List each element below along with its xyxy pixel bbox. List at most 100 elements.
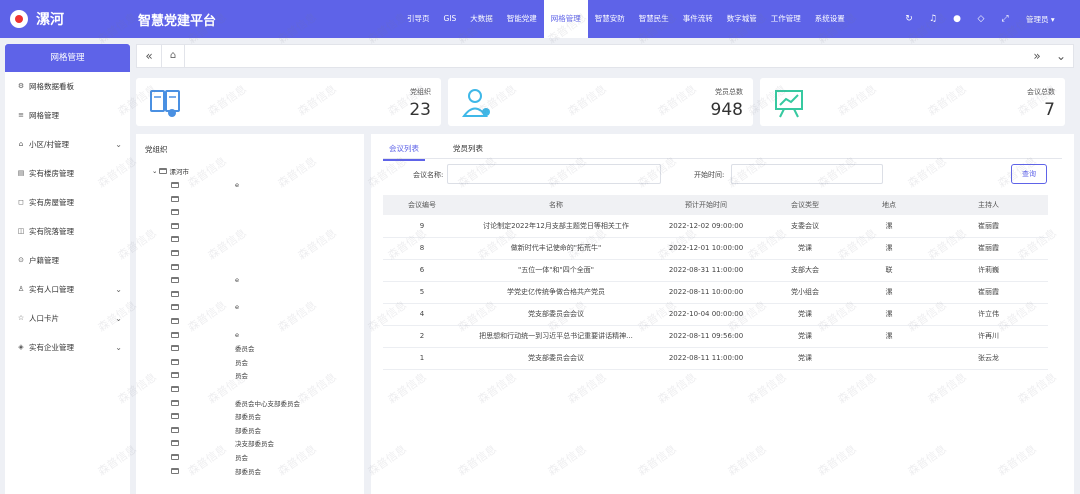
nav-events[interactable]: 事件流转	[676, 0, 720, 38]
tree-node[interactable]	[171, 318, 179, 324]
sidebar-item-label: 实有房屋管理	[29, 198, 74, 207]
nav-urban[interactable]: 数字城管	[720, 0, 764, 38]
message-icon[interactable]: ●	[950, 12, 964, 26]
sidebar-item-icon: ⊙	[18, 256, 24, 264]
sidebar-item[interactable]: ♙ 实有人口管理 ⌄	[5, 275, 130, 304]
refresh-icon[interactable]: ↻	[902, 12, 916, 26]
nav-party[interactable]: 智能党建	[500, 0, 544, 38]
logo[interactable]: 漯河	[10, 9, 64, 29]
scroll-left-button[interactable]: «	[137, 45, 161, 67]
sidebar-item[interactable]: ☆ 人口卡片 ⌄	[5, 304, 130, 333]
sidebar-item[interactable]: ◫ 实有院落管理	[5, 217, 130, 246]
sidebar-item[interactable]: ◈ 实有企业管理 ⌄	[5, 333, 130, 362]
meeting-name-input[interactable]	[447, 164, 661, 184]
tree-node[interactable]: 员会	[171, 372, 248, 380]
table-row[interactable]: 1 党支部委员会会议 2022-08-11 11:00:00 党课 张云龙	[383, 347, 1048, 370]
column-header: 预计开始时间	[651, 195, 761, 215]
tree-node[interactable]: 部委员会	[171, 467, 261, 476]
table-row[interactable]: 9 讨论制定2022年12月支部主题党日等相关工作 2022-12-02 09:00…	[383, 215, 1048, 238]
table-cell: 漯	[849, 325, 929, 348]
folder-icon	[171, 413, 179, 420]
sidebar-item[interactable]: ⚙ 网格数据看板	[5, 72, 130, 101]
top-icons: ↻ ♫ ● ◇ ⤢ 管理员 ▾	[902, 0, 1055, 38]
user-menu[interactable]: 管理员 ▾	[1026, 14, 1055, 25]
table-cell: 4	[383, 303, 461, 326]
table-cell: 党支部委员会会议	[461, 347, 651, 370]
caret-down-icon[interactable]: ⌄	[152, 167, 157, 175]
query-button[interactable]: 查询	[1011, 164, 1047, 184]
start-time-input[interactable]	[731, 164, 883, 184]
folder-icon	[171, 331, 179, 338]
nav-grid[interactable]: 网格管理	[543, 0, 588, 38]
stat-label-orgs: 党组织	[410, 88, 431, 96]
sidebar-item-label: 网格管理	[29, 111, 59, 120]
sidebar-item[interactable]: ≡ 网格管理	[5, 101, 130, 130]
nav-bigdata[interactable]: 大数据	[463, 0, 500, 38]
sidebar-item-label: 户籍管理	[29, 256, 59, 265]
sidebar-item[interactable]: ◻ 实有房屋管理	[5, 188, 130, 217]
nav-work[interactable]: 工作管理	[764, 0, 808, 38]
table-cell: 许莉巍	[929, 259, 1048, 282]
tree-node[interactable]: 委员会	[171, 345, 255, 353]
folder-icon	[171, 250, 179, 256]
tree-node[interactable]	[171, 386, 179, 392]
sidebar-item[interactable]: ⊙ 户籍管理	[5, 246, 130, 275]
tree-node[interactable]: e	[171, 331, 239, 339]
nav-guide[interactable]: 引导页	[400, 0, 437, 38]
tree-node[interactable]	[171, 250, 179, 256]
table-row[interactable]: 4 党支部委员会会议 2022-10-04 00:00:00 党课漯许立伟	[383, 303, 1048, 326]
table-row[interactable]: 2 把思想和行动统一到习近平总书记重要讲话精神... 2022-08-11 09:5…	[383, 325, 1048, 348]
tree-node[interactable]: 员会	[171, 454, 248, 462]
table-row[interactable]: 8 做新时代丰记使命的"拓荒牛" 2022-12-01 10:00:00 党课漯崔丽霞	[383, 237, 1048, 260]
table-cell: 8	[383, 237, 461, 260]
sidebar-item-icon: ⚙	[17, 82, 25, 90]
table-row[interactable]: 5 学党史亿传统争做合格共产党员 2022-08-11 10:00:00 党小组会漯崔…	[383, 281, 1048, 304]
tree-node-label: 部委员会	[235, 413, 261, 422]
tree-node[interactable]: 部委员会	[171, 426, 261, 435]
tree-node[interactable]	[171, 290, 179, 297]
tree-node[interactable]	[171, 222, 179, 229]
table-row[interactable]: 6 "五位一体"和"四个全面" 2022-08-31 11:00:00 支部大会联许莉…	[383, 259, 1048, 282]
tree-node[interactable]: 决支部委员会	[171, 440, 274, 448]
home-tab[interactable]: ⌂	[161, 45, 185, 67]
tree-node[interactable]: 部委员会	[171, 413, 261, 421]
table-cell: 许立伟	[929, 303, 1048, 326]
sidebar-item-label: 小区/村管理	[29, 140, 70, 149]
tree-node-label: 部委员会	[235, 426, 261, 435]
meeting-table: 会议编号 名称 预计开始时间 会议类型 地点 主持人 9 讨论制定2022年12月支部主题党…	[383, 195, 1048, 370]
tree-node[interactable]: e	[171, 303, 239, 311]
nav-settings[interactable]: 系统设置	[808, 0, 852, 38]
tree-node[interactable]	[171, 236, 179, 243]
tree-node[interactable]	[171, 209, 179, 216]
folder-icon	[171, 358, 179, 365]
table-cell: 漯	[849, 215, 929, 238]
tag-icon[interactable]: ◇	[974, 12, 988, 26]
tree-node[interactable]: e	[171, 276, 239, 284]
table-cell: 党课	[761, 237, 849, 260]
table-cell: 许再川	[929, 325, 1048, 348]
tree-node-label: 委员会中心支部委员会	[235, 399, 300, 408]
stat-label-meetings: 会议总数	[1027, 88, 1055, 96]
sidebar-item[interactable]: ▤ 实有楼房管理	[5, 159, 130, 188]
sidebar-item[interactable]: ⌂ 小区/村管理 ⌄	[5, 130, 130, 159]
tree-node-label: e	[235, 276, 239, 285]
tree-node[interactable]	[171, 263, 179, 270]
nav-security[interactable]: 智慧安防	[588, 0, 632, 38]
nav-gis[interactable]: GIS	[437, 0, 464, 38]
tree-node[interactable]: e	[171, 181, 239, 189]
sidebar-item-icon: ⌂	[18, 140, 24, 148]
tree-node[interactable]: 员会	[171, 358, 248, 367]
fullscreen-icon[interactable]: ⤢	[998, 12, 1012, 26]
tree-root[interactable]: ⌄ 漯河市	[152, 166, 189, 176]
table-cell: 党课	[761, 347, 849, 370]
scroll-right-button[interactable]: »	[1025, 45, 1049, 67]
folder-icon	[171, 236, 179, 243]
nav-livelihood[interactable]: 智慧民生	[632, 0, 676, 38]
person-icon	[462, 89, 490, 117]
tab-menu-button[interactable]: ⌄	[1049, 45, 1073, 67]
bell-icon[interactable]: ♫	[926, 12, 940, 26]
table-cell: 崔丽霞	[929, 237, 1048, 260]
tree-node[interactable]	[171, 195, 179, 202]
tree-node[interactable]: 委员会中心支部委员会	[171, 399, 300, 408]
table-cell: 做新时代丰记使命的"拓荒牛"	[461, 237, 651, 260]
